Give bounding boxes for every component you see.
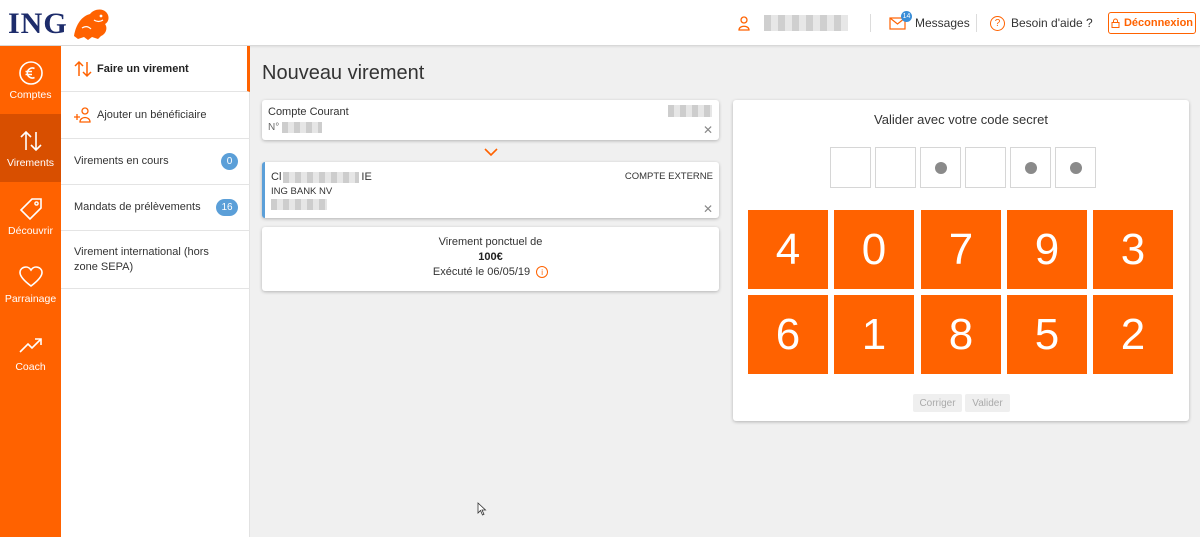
to-account-name: Cl IE: [271, 171, 372, 183]
pin-slot: [1010, 147, 1051, 188]
sidebar-label: Virements: [6, 156, 55, 169]
sidebar-label: Comptes: [9, 88, 52, 101]
keypad-key[interactable]: 6: [748, 295, 828, 374]
from-account-balance-redacted: [668, 105, 712, 117]
validate-button[interactable]: Valider: [965, 394, 1010, 412]
submenu-label: Virement international (hors zone SEPA): [74, 245, 209, 273]
secret-code-panel: Valider avec votre code secret 4 0 7 9 3…: [733, 100, 1189, 421]
keypad-key[interactable]: 2: [1093, 295, 1173, 374]
heart-icon: [18, 265, 43, 287]
from-account-number-label: N°: [268, 122, 280, 133]
submenu-label: Faire un virement: [97, 62, 189, 75]
keypad-key[interactable]: 3: [1093, 210, 1173, 289]
keypad-key[interactable]: 1: [834, 295, 914, 374]
submenu-item-virements-en-cours[interactable]: Virements en cours 0: [61, 139, 250, 185]
euro-icon: [18, 60, 43, 85]
submenu-item-ajouter-beneficiaire[interactable]: Ajouter un bénéficiaire: [61, 92, 250, 139]
from-account-card[interactable]: Compte Courant N° ✕: [262, 100, 719, 140]
help-icon: ?: [990, 15, 1005, 31]
from-account-number-redacted: [282, 122, 322, 133]
pin-slot: [830, 147, 871, 188]
help-link[interactable]: ? Besoin d'aide ?: [990, 0, 1093, 46]
lock-icon: [1111, 18, 1120, 28]
header-divider: [870, 14, 871, 32]
sidebar-item-decouvrir[interactable]: Découvrir: [0, 182, 61, 250]
pin-filled-dot: [1070, 162, 1082, 174]
messages-label: Messages: [915, 16, 970, 30]
help-label: Besoin d'aide ?: [1011, 16, 1093, 30]
to-account-type: COMPTE EXTERNE: [624, 171, 713, 182]
logo-text: ING: [8, 7, 68, 40]
transfer-label: Virement ponctuel de: [438, 236, 543, 248]
user-menu[interactable]: [738, 0, 848, 46]
lion-icon: [73, 9, 109, 40]
keypad-key[interactable]: 0: [834, 210, 914, 289]
logout-button[interactable]: Déconnexion: [1108, 12, 1196, 34]
to-account-name-redacted: [283, 171, 360, 183]
main-sidebar: Comptes Virements Découvrir Parrainage C…: [0, 46, 61, 537]
sidebar-label: Découvrir: [8, 224, 53, 237]
trend-icon: [18, 337, 42, 353]
messages-badge: 14: [901, 11, 912, 22]
chevron-down-icon: [484, 148, 498, 157]
transfer-icon: [74, 60, 92, 77]
logout-label: Déconnexion: [1123, 17, 1194, 29]
page-title: Nouveau virement: [262, 62, 425, 84]
from-account-name: Compte Courant: [268, 106, 349, 118]
transfer-amount: 100€: [478, 251, 503, 263]
to-account-bank: ING BANK NV: [271, 186, 333, 197]
pin-slot: [1055, 147, 1096, 188]
submenu-label: Virements en cours: [74, 155, 169, 167]
clear-to-account-icon[interactable]: ✕: [703, 202, 713, 216]
envelope-icon: 14: [889, 11, 912, 30]
sidebar-label: Coach: [15, 360, 46, 373]
to-account-name-end: IE: [361, 171, 372, 183]
count-badge: 16: [216, 199, 238, 216]
correct-button[interactable]: Corriger: [913, 394, 962, 412]
count-badge: 0: [221, 153, 238, 170]
submenu-item-faire-virement[interactable]: Faire un virement: [61, 46, 250, 92]
sidebar-item-coach[interactable]: Coach: [0, 318, 61, 386]
sidebar-item-virements[interactable]: Virements: [0, 114, 61, 182]
pin-slot: [875, 147, 916, 188]
keypad-key[interactable]: 7: [921, 210, 1001, 289]
pin-filled-dot: [935, 162, 947, 174]
add-user-icon: [74, 107, 91, 123]
secret-code-title: Valider avec votre code secret: [874, 112, 1048, 127]
messages-link[interactable]: 14 Messages: [889, 0, 970, 46]
execution-date: Exécuté le 06/05/19: [432, 266, 531, 278]
submenu-item-virement-international[interactable]: Virement international (hors zone SEPA): [61, 231, 250, 289]
tag-icon: [19, 197, 42, 220]
transfer-submenu: Faire un virement Ajouter un bénéficiair…: [61, 46, 250, 537]
sidebar-item-parrainage[interactable]: Parrainage: [0, 250, 61, 318]
top-bar: ING 14 Messages ? Besoin d'aide ? Déconn…: [0, 0, 1200, 46]
sidebar-label: Parrainage: [4, 292, 57, 305]
transfer-icon: [19, 130, 42, 151]
pin-filled-dot: [1025, 162, 1037, 174]
user-name-redacted: [764, 15, 848, 31]
clear-from-account-icon[interactable]: ✕: [703, 123, 713, 137]
pin-slot: [920, 147, 961, 188]
pin-slot: [965, 147, 1006, 188]
user-icon: [738, 16, 750, 31]
keypad-key[interactable]: 8: [921, 295, 1001, 374]
ing-logo[interactable]: ING: [8, 6, 112, 42]
transfer-execution: Exécuté le 06/05/19 i: [262, 266, 719, 278]
transfer-summary-card[interactable]: Virement ponctuel de 100€ Exécuté le 06/…: [262, 227, 719, 291]
to-account-card[interactable]: Cl IE COMPTE EXTERNE ING BANK NV ✕: [262, 162, 719, 218]
submenu-label: Mandats de prélèvements: [74, 201, 201, 213]
keypad-key[interactable]: 9: [1007, 210, 1087, 289]
to-account-name-start: Cl: [271, 171, 282, 183]
info-icon[interactable]: i: [536, 266, 549, 278]
mouse-cursor-icon: [477, 502, 487, 516]
keypad-key[interactable]: 5: [1007, 295, 1087, 374]
sidebar-item-comptes[interactable]: Comptes: [0, 46, 61, 114]
submenu-item-mandats[interactable]: Mandats de prélèvements 16: [61, 185, 250, 231]
keypad-key[interactable]: 4: [748, 210, 828, 289]
submenu-label: Ajouter un bénéficiaire: [97, 109, 207, 121]
header-divider: [976, 14, 977, 32]
to-account-iban-redacted: [271, 199, 327, 210]
